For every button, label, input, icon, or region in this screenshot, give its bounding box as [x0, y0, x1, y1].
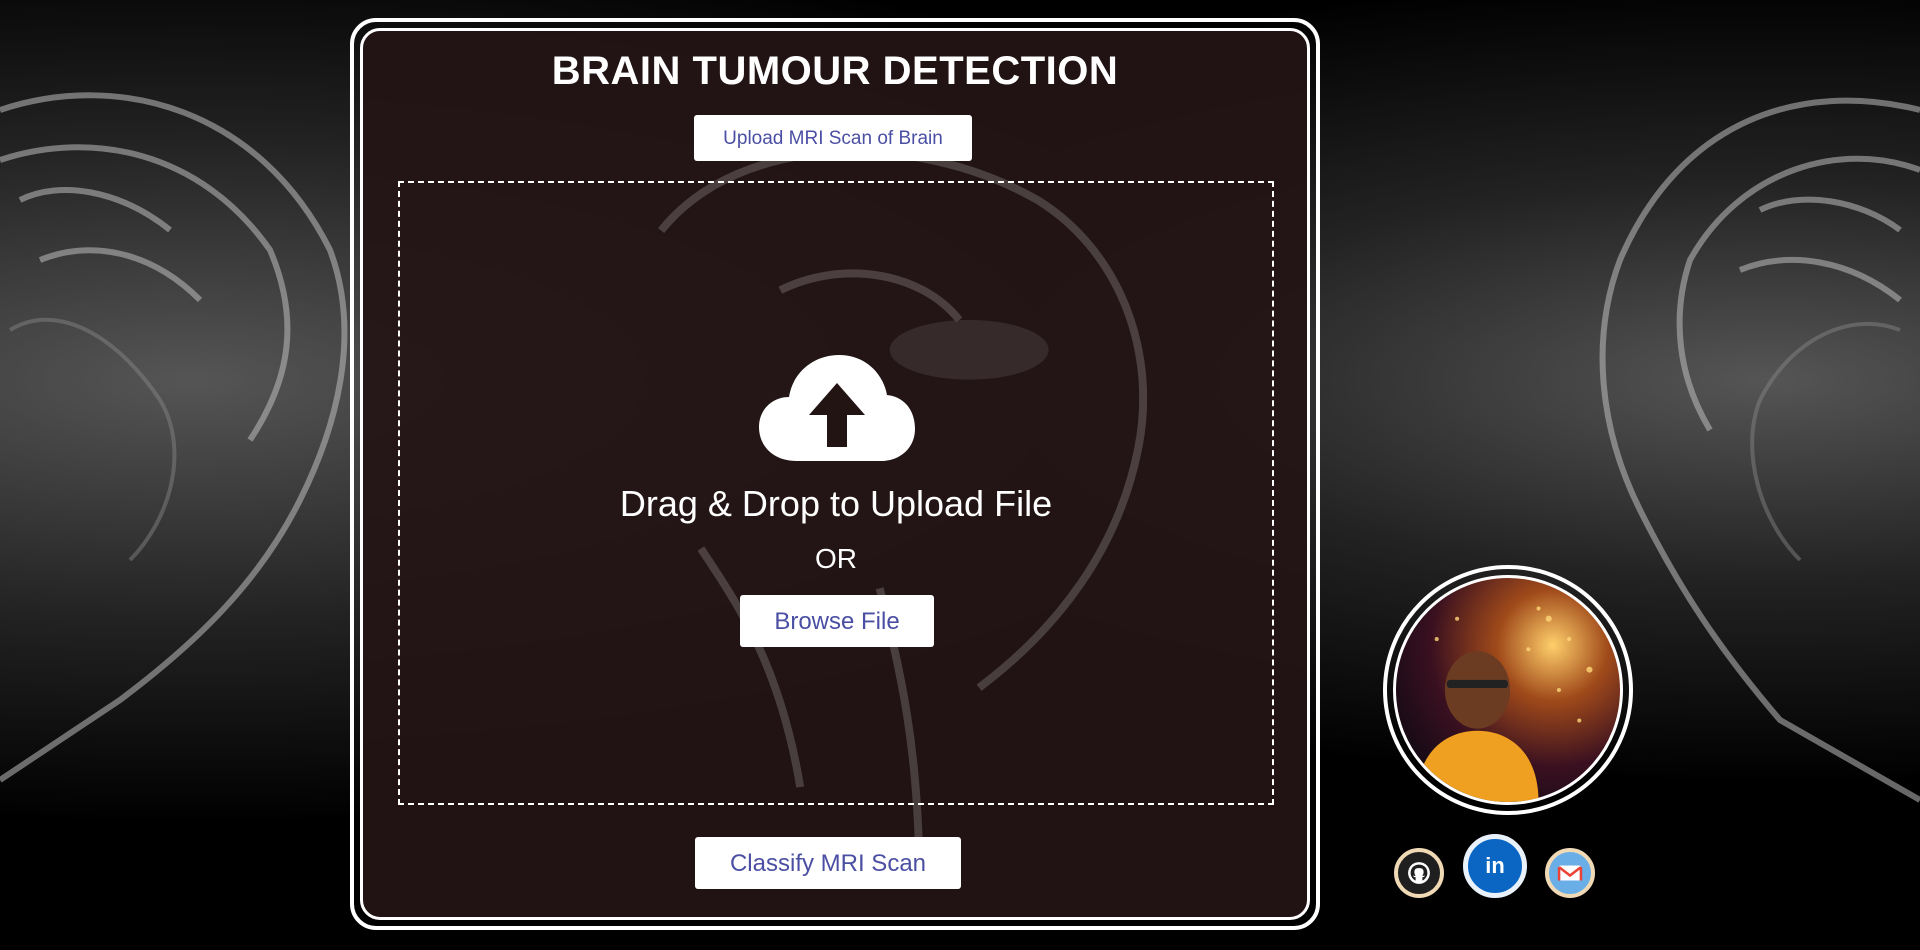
github-link[interactable]	[1394, 848, 1444, 898]
gmail-link[interactable]	[1545, 848, 1595, 898]
linkedin-icon: in	[1485, 853, 1504, 878]
drag-drop-text: Drag & Drop to Upload File	[619, 483, 1053, 524]
upload-card-inner: BRAIN TUMOUR DETECTION Upload MRI Scan o…	[360, 28, 1310, 920]
github-icon	[1408, 862, 1430, 884]
file-dropzone[interactable]: Drag & Drop to Upload File OR Browse Fil…	[398, 181, 1274, 805]
upload-mri-button[interactable]: Upload MRI Scan of Brain	[694, 115, 972, 161]
classify-mri-button[interactable]: Classify MRI Scan	[695, 837, 961, 889]
profile-avatar	[1393, 575, 1623, 805]
cloud-upload-icon	[759, 355, 915, 461]
page-title: BRAIN TUMOUR DETECTION	[551, 49, 1119, 93]
browse-file-button[interactable]: Browse File	[740, 595, 934, 647]
profile-avatar-frame	[1383, 565, 1633, 815]
linkedin-text: in	[1485, 853, 1504, 878]
avatar-portrait	[1416, 606, 1593, 802]
or-separator: OR	[815, 543, 857, 574]
upload-card: BRAIN TUMOUR DETECTION Upload MRI Scan o…	[350, 18, 1320, 930]
linkedin-link[interactable]: in	[1463, 834, 1527, 898]
gmail-icon	[1557, 865, 1583, 881]
